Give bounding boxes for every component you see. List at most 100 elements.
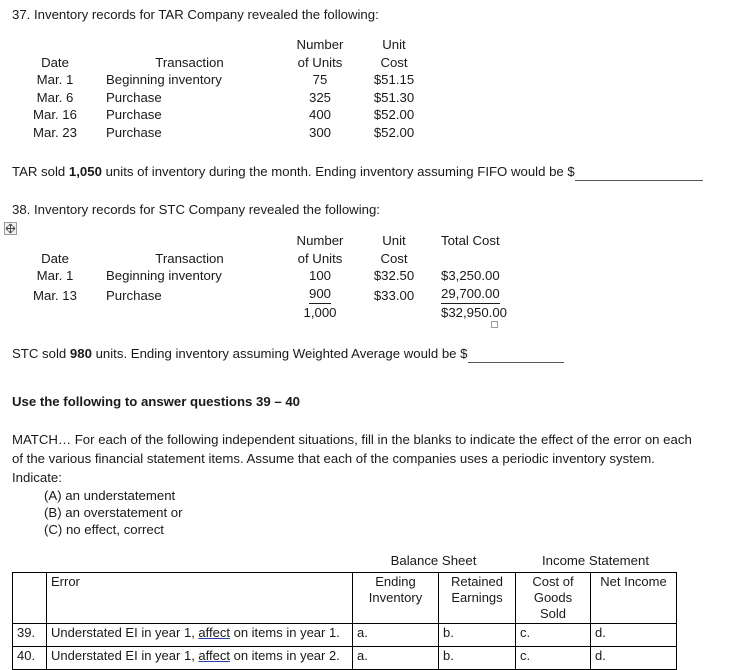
table-header-row: Error Ending Inventory Retained Earnings…	[12, 572, 677, 624]
cell-date: Mar. 13	[33, 287, 77, 303]
table-row: 39. Understated EI in year 1, affect on …	[12, 623, 677, 647]
error-post: on items in year 1.	[229, 625, 340, 640]
header-date: Date	[41, 250, 69, 266]
instruction-option-c: (C) no effect, correct	[44, 522, 164, 537]
header-retained-earnings: Retained Earnings	[438, 572, 516, 624]
table-row: Mar. 13 Purchase 900 $33.00 29,700.00	[12, 285, 536, 304]
spacer-cell	[12, 304, 98, 322]
answer-cell-ending-inventory[interactable]: a.	[352, 623, 439, 647]
answer-cell-ending-inventory[interactable]: a.	[352, 646, 439, 670]
q38-units-sold: 980	[69, 346, 92, 361]
question-37-inventory-table: Number Unit Date Transaction of Units Co…	[12, 36, 429, 141]
answer-cell-net-income[interactable]: d.	[590, 623, 677, 647]
answer-cell-retained-earnings[interactable]: b.	[438, 623, 516, 647]
cell-units: 300	[308, 124, 331, 140]
spacer-cell	[359, 304, 429, 322]
header-transaction: Transaction	[155, 54, 224, 70]
cell-transaction: Beginning inventory	[106, 72, 222, 87]
spacer-cell	[98, 36, 281, 54]
header-number-col	[12, 572, 47, 624]
cell-unit-cost: $32.50	[373, 268, 415, 283]
spacer-cell	[12, 36, 98, 54]
header-date: Date	[41, 54, 69, 70]
table-row: Mar. 1 Beginning inventory 100 $32.50 $3…	[12, 267, 536, 285]
header-unit: Unit	[382, 233, 406, 248]
table-row: Number Unit	[12, 36, 429, 54]
question-37-footer: TAR sold 1,050 units of inventory during…	[12, 162, 703, 181]
row-error-text: Understated EI in year 1, affect on item…	[46, 646, 353, 670]
q37-answer-blank[interactable]	[574, 168, 703, 181]
spacer-cell	[429, 250, 536, 268]
instructions-heading: Use the following to answer questions 39…	[12, 394, 300, 409]
cell-unit-cost: $51.30	[373, 89, 415, 105]
spacer-cell	[12, 232, 98, 250]
cell-date: Mar. 1	[36, 268, 74, 283]
table-row: Mar. 6 Purchase 325 $51.30	[12, 89, 429, 107]
question-38-inventory-table: Number Unit Total Cost Date Transaction …	[12, 232, 536, 322]
header-ending-inventory: Ending Inventory	[352, 572, 439, 624]
error-pre: Understated EI in year 1,	[51, 648, 199, 663]
spacer-cell	[98, 304, 281, 322]
instruction-option-b: (B) an overstatement or	[44, 505, 183, 520]
cell-date: Mar. 6	[36, 89, 74, 105]
cell-units: 100	[308, 268, 331, 283]
answer-cell-cogs[interactable]: c.	[515, 646, 591, 670]
affect-link[interactable]: affect	[198, 625, 230, 640]
cell-total-cost-value: 29,700.00	[441, 285, 500, 304]
question-38-prompt: 38. Inventory records for STC Company re…	[12, 202, 380, 217]
cell-transaction: Purchase	[106, 124, 162, 140]
cell-units-value: 900	[308, 285, 331, 304]
cell-units: 400	[308, 107, 331, 122]
cell-units: 900	[281, 285, 359, 304]
header-unit: Unit	[382, 37, 406, 52]
spacer-cell	[98, 232, 281, 250]
header-number: Number	[296, 233, 344, 248]
header-total-cost: Total Cost	[441, 233, 500, 248]
cell-date: Mar. 23	[33, 124, 77, 140]
document-page: 37. Inventory records for TAR Company re…	[0, 0, 735, 670]
answer-cell-cogs[interactable]: c.	[515, 623, 591, 647]
cell-total-cost: 29,700.00	[429, 285, 536, 304]
q38-answer-blank[interactable]	[467, 350, 564, 363]
total-units: 1,000	[303, 305, 337, 320]
cell-transaction: Purchase	[106, 89, 162, 105]
table-row: Mar. 16 Purchase 400 $52.00	[12, 106, 429, 124]
question-38-footer: STC sold 980 units. Ending inventory ass…	[12, 344, 564, 363]
answer-cell-retained-earnings[interactable]: b.	[438, 646, 516, 670]
table-row: Number Unit Total Cost	[12, 232, 536, 250]
cell-unit-cost: $33.00	[373, 287, 415, 303]
table-row: Date Transaction of Units Cost	[12, 250, 536, 268]
header-cost: Cost	[380, 54, 408, 70]
cell-transaction: Beginning inventory	[106, 268, 222, 283]
header-of-units: of Units	[297, 250, 343, 266]
table-row: Mar. 23 Purchase 300 $52.00	[12, 124, 429, 142]
affect-link[interactable]: affect	[198, 648, 230, 663]
header-ending-inventory-line1: Ending	[375, 574, 416, 589]
cell-transaction: Purchase	[106, 107, 162, 122]
question-37-prompt: 37. Inventory records for TAR Company re…	[12, 7, 379, 22]
answer-cell-net-income[interactable]: d.	[590, 646, 677, 670]
q38-footer-pre: STC sold	[12, 346, 70, 361]
table-resize-handle-icon[interactable]	[491, 321, 498, 328]
instructions-line-2: of the various financial statement items…	[12, 451, 655, 466]
cell-unit-cost: $51.15	[373, 72, 415, 87]
header-retained-earnings-line2: Earnings	[451, 590, 503, 605]
cell-unit-cost: $52.00	[373, 107, 415, 122]
cell-units: 75	[312, 72, 328, 87]
header-cost-of-goods-sold: Cost of Goods Sold	[515, 572, 591, 624]
cell-transaction: Purchase	[106, 287, 162, 303]
header-retained-earnings-line1: Retained	[450, 574, 504, 589]
header-cogs-line2: Goods Sold	[533, 590, 573, 621]
table-row: Mar. 1 Beginning inventory 75 $51.15	[12, 71, 429, 89]
cell-date: Mar. 16	[33, 107, 77, 122]
cell-total-cost: $3,250.00	[441, 268, 500, 283]
header-cogs-line1: Cost of	[532, 574, 574, 589]
table-row-totals: 1,000 $32,950.00	[12, 304, 536, 322]
q38-footer-post: units. Ending inventory assuming Weighte…	[91, 346, 468, 361]
header-cost: Cost	[380, 250, 408, 266]
header-net-income-line1: Net Income	[600, 574, 667, 589]
row-number: 40.	[12, 646, 47, 670]
error-post: on items in year 2.	[229, 648, 340, 663]
header-transaction: Transaction	[155, 250, 224, 266]
row-error-text: Understated EI in year 1, affect on item…	[46, 623, 353, 647]
